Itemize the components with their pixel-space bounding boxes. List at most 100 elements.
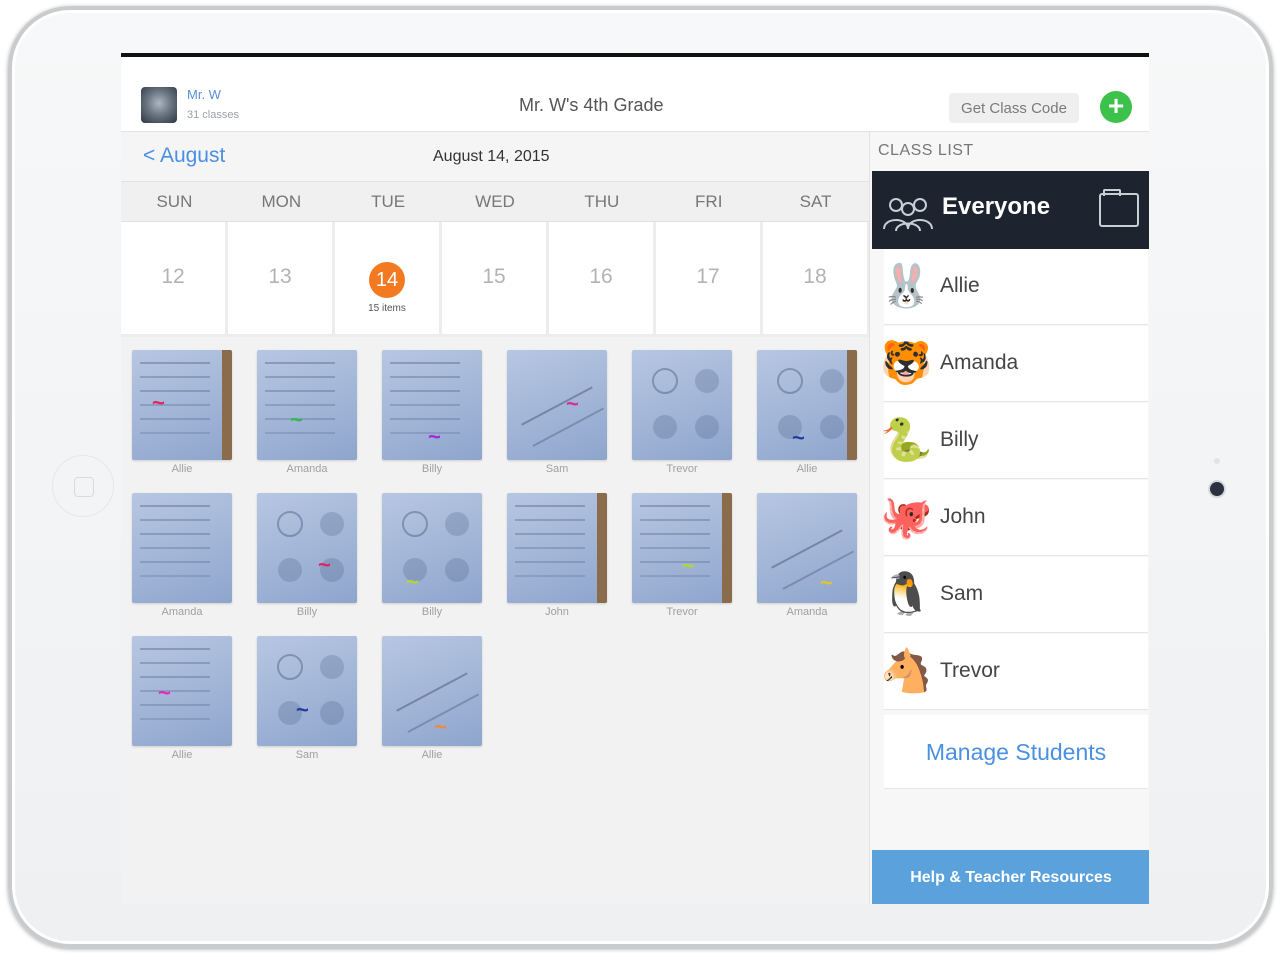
today-badge: 14 [369,262,405,298]
work-student-name: John [545,606,569,618]
work-thumbnail[interactable]: ~ Billy [382,350,484,475]
student-name: Billy [940,428,979,451]
work-student-name: Allie [171,463,193,475]
student-row[interactable]: 🐰 Allie [880,249,1148,325]
class-list-header: CLASS LIST [878,142,974,159]
work-image: ~ [257,350,357,460]
work-student-name: Allie [171,749,193,761]
student-name: Allie [940,274,980,297]
day-cell-today[interactable]: 14 15 items [335,222,439,334]
week-row: 12 13 14 15 items 15 16 17 18 [121,222,869,337]
student-row[interactable]: 🐧 Sam [880,557,1148,633]
work-image: ~ [382,350,482,460]
student-row[interactable]: 🐴 Trevor [880,634,1148,710]
work-thumbnail[interactable]: ~ Amanda [757,493,859,618]
student-name: John [940,505,986,528]
annotation-mark: ~ [406,569,419,594]
work-image [132,493,232,603]
tiger-icon: 🐯 [880,338,933,387]
work-student-name: Trevor [666,606,698,618]
day-cell[interactable]: 12 [121,222,225,334]
work-image: ~ [257,493,357,603]
day-cell[interactable]: 13 [228,222,332,334]
work-thumbnail[interactable]: ~ Allie [382,636,484,761]
work-thumbnail[interactable]: ~ Allie [132,350,234,475]
annotation-mark: ~ [296,697,309,722]
class-title: Mr. W's 4th Grade [519,95,664,115]
student-row[interactable]: 🐙 John [880,480,1148,556]
student-name: Sam [940,582,984,605]
work-student-name: Amanda [786,606,828,618]
weekday-mon: MON [261,192,302,211]
home-button[interactable] [52,455,114,517]
student-work-grid: ~ Allie ~ Amanda ~ Billy ~ Sam Trevor ~ Allie Amand… [121,337,869,904]
annotation-mark: ~ [820,570,833,595]
paper-edge [722,493,732,603]
day-cell[interactable]: 18 [763,222,867,334]
class-list-panel: CLASS LIST Everyone 🐰 Allie 🐯 Amanda 🐍 B… [869,132,1149,904]
work-thumbnail[interactable]: ~ Billy [257,493,359,618]
rabbit-icon: 🐰 [880,261,933,310]
day-cell[interactable]: 17 [656,222,760,334]
day-number: 15 [482,265,506,288]
teacher-name[interactable]: Mr. W [187,87,221,102]
classes-count: 31 classes [187,109,239,121]
top-bar: Mr. W 31 classes Mr. W's 4th Grade Get C… [121,57,1149,132]
selected-date: August 14, 2015 [433,148,550,165]
student-row[interactable]: 🐯 Amanda [880,326,1148,402]
add-icon[interactable]: + [1100,91,1132,123]
day-number: 12 [161,265,185,288]
work-thumbnail[interactable]: ~ Trevor [632,493,734,618]
work-thumbnail[interactable]: ~ Sam [507,350,609,475]
weekday-sun: SUN [156,192,193,211]
student-name: Trevor [940,659,1000,682]
day-cell[interactable]: 15 [442,222,546,334]
work-student-name: Billy [421,463,443,475]
annotation-mark: ~ [682,553,695,578]
work-thumbnail[interactable]: ~ Billy [382,493,484,618]
work-student-name: Trevor [666,463,698,475]
help-resources-button[interactable]: Help & Teacher Resources [872,850,1149,904]
penguin-icon: 🐧 [880,569,933,618]
horse-icon: 🐴 [880,646,933,695]
manage-students-button[interactable]: Manage Students [884,715,1148,789]
work-student-name: Billy [296,606,318,618]
snake-icon: 🐍 [880,415,933,464]
student-row[interactable]: 🐍 Billy [880,403,1148,479]
work-thumbnail[interactable]: ~ Amanda [257,350,359,475]
weekday-tue: TUE [371,192,406,211]
back-month-button[interactable]: < August [143,144,225,168]
work-image: ~ [132,636,232,746]
weekday-sat: SAT [799,192,832,211]
annotation-mark: ~ [566,391,579,416]
work-thumbnail[interactable]: ~ Allie [757,350,859,475]
work-thumbnail[interactable]: Amanda [132,493,234,618]
everyone-label: Everyone [942,193,1051,220]
work-thumbnail[interactable]: John [507,493,609,618]
day-number: 13 [268,265,292,288]
work-image: ~ [632,493,732,603]
paper-edge [222,350,232,460]
work-student-name: Amanda [286,463,328,475]
work-image [632,350,732,460]
work-thumbnail[interactable]: ~ Sam [257,636,359,761]
annotation-mark: ~ [158,680,171,705]
annotation-mark: ~ [434,714,447,739]
work-image: ~ [757,350,857,460]
annotation-mark: ~ [290,407,303,432]
work-image: ~ [382,636,482,746]
work-image: ~ [382,493,482,603]
work-thumbnail[interactable]: Trevor [632,350,734,475]
work-student-name: Allie [796,463,818,475]
get-class-code-button[interactable]: Get Class Code [949,93,1079,123]
work-student-name: Billy [421,606,443,618]
work-image: ~ [757,493,857,603]
day-cell[interactable]: 16 [549,222,653,334]
work-thumbnail[interactable]: ~ Allie [132,636,234,761]
weekday-wed: WED [475,192,515,211]
everyone-row[interactable]: Everyone [872,171,1149,249]
avatar[interactable] [141,87,177,123]
student-name: Amanda [940,351,1019,374]
light-sensor [1214,458,1220,464]
folder-icon[interactable] [1099,189,1139,227]
